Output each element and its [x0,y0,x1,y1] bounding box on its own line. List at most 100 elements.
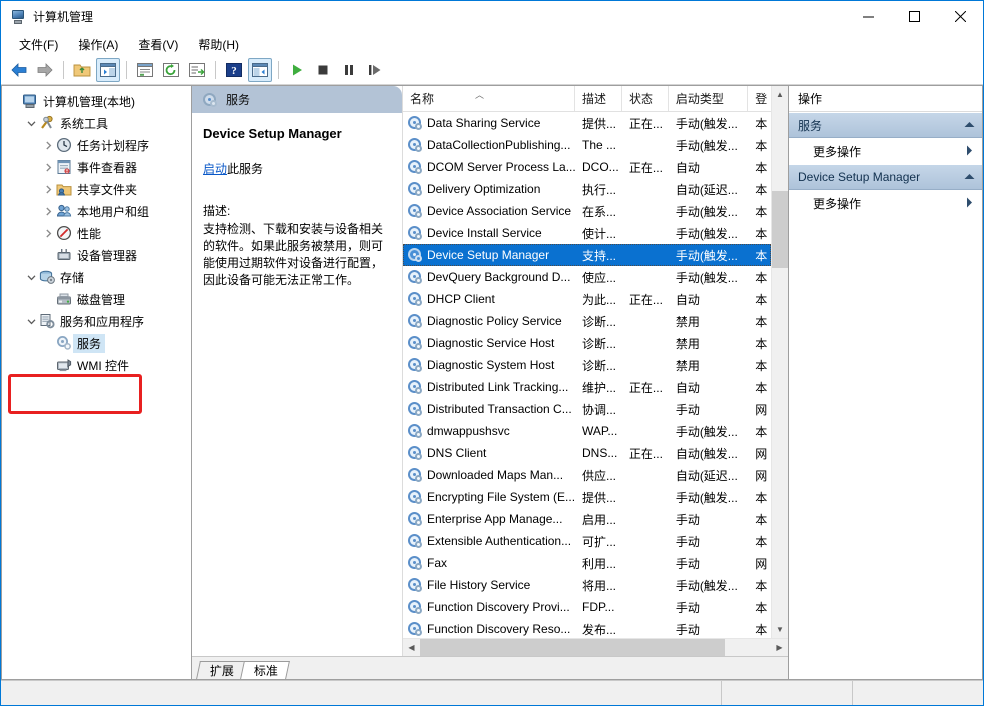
refresh-icon[interactable] [159,58,183,82]
table-row[interactable]: Function Discovery Provi...FDP...手动本 [403,596,771,618]
actions-group-header[interactable]: 服务 [789,112,982,138]
collapse-up-icon[interactable] [964,173,975,182]
tree-item-1[interactable]: 系统工具 [2,112,191,134]
chevron-down-icon[interactable] [23,310,39,332]
tab-1[interactable]: 标准 [240,661,290,679]
table-row[interactable]: dmwappushsvcWAP...手动(触发...本 [403,420,771,442]
tree-item-11[interactable]: 服务 [2,332,191,354]
table-row[interactable]: Distributed Transaction C...协调...手动网 [403,398,771,420]
menu-file[interactable]: 文件(F) [9,34,68,55]
table-row[interactable]: Data Sharing Service提供...正在...手动(触发...本 [403,112,771,134]
vertical-scrollbar[interactable]: ▲ ▼ [771,86,788,638]
chevron-down-icon[interactable] [23,266,39,288]
help-icon[interactable]: ? [222,58,246,82]
restart-service-icon[interactable] [363,58,387,82]
tree-item-10[interactable]: 服务和应用程序 [2,310,191,332]
chevron-right-icon[interactable] [40,178,56,200]
tree-item-8[interactable]: 存储 [2,266,191,288]
column-header-name[interactable]: 名称︿ [403,86,575,111]
export-list-icon[interactable] [185,58,209,82]
tree-item-5[interactable]: 本地用户和组 [2,200,191,222]
back-icon[interactable] [7,58,31,82]
table-row[interactable]: DevQuery Background D...使应...手动(触发...本 [403,266,771,288]
table-row[interactable]: Diagnostic Service Host诊断...禁用本 [403,332,771,354]
table-row[interactable]: Device Install Service使计...手动(触发...本 [403,222,771,244]
chevron-right-icon[interactable] [40,222,56,244]
service-name: DevQuery Background D... [427,270,570,284]
table-row[interactable]: Downloaded Maps Man...供应...自动(延迟...网 [403,464,771,486]
scroll-right-icon[interactable]: ▶ [771,639,788,656]
menu-action[interactable]: 操作(A) [68,34,128,55]
service-gear-icon [202,92,218,108]
table-row[interactable]: DCOM Server Process La...DCO...正在...自动本 [403,156,771,178]
tab-0[interactable]: 扩展 [196,661,246,679]
table-row[interactable]: Extensible Authentication...可扩...手动本 [403,530,771,552]
show-action-pane-icon[interactable] [248,58,272,82]
table-row[interactable]: Encrypting File System (E...提供...手动(触发..… [403,486,771,508]
chevron-right-icon[interactable] [40,200,56,222]
column-header-stat[interactable]: 状态 [622,86,669,111]
chevron-right-icon[interactable] [40,134,56,156]
service-gear-icon [407,401,423,417]
services-list[interactable]: Data Sharing Service提供...正在...手动(触发...本D… [403,112,771,638]
tree-item-12[interactable]: WMI 控件 [2,354,191,376]
folder-up-icon[interactable] [70,58,94,82]
show-hide-console-tree-icon[interactable] [96,58,120,82]
tree-item-4[interactable]: 共享文件夹 [2,178,191,200]
table-row[interactable]: DNS ClientDNS...正在...自动(触发...网 [403,442,771,464]
maximize-button[interactable] [891,1,937,32]
users-icon [56,203,72,219]
table-row[interactable]: DataCollectionPublishing...The ...手动(触发.… [403,134,771,156]
chevron-right-icon[interactable] [40,156,56,178]
properties-icon[interactable] [133,58,157,82]
tree-item-3[interactable]: 事件查看器 [2,156,191,178]
tree-item-0[interactable]: 计算机管理(本地) [2,90,191,112]
console-tree: 计算机管理(本地)系统工具任务计划程序事件查看器共享文件夹本地用户和组性能设备管… [2,86,191,376]
table-row[interactable]: Enterprise App Manage...启用...手动本 [403,508,771,530]
start-service-icon[interactable] [285,58,309,82]
scroll-up-icon[interactable]: ▲ [772,86,788,103]
forward-icon[interactable] [33,58,57,82]
table-row[interactable]: DHCP Client为此...正在...自动本 [403,288,771,310]
start-service-link[interactable]: 启动 [203,162,227,176]
horizontal-scrollbar[interactable]: ◀ ▶ [403,638,788,656]
table-row[interactable]: Diagnostic Policy Service诊断...禁用本 [403,310,771,332]
table-row[interactable]: Distributed Link Tracking...维护...正在...自动… [403,376,771,398]
vertical-scroll-track[interactable] [772,103,788,621]
table-row[interactable]: Delivery Optimization执行...自动(延迟...本 [403,178,771,200]
cell-desc: The ... [575,138,622,152]
action-item-label: 更多操作 [813,195,861,212]
cell-desc: 协调... [575,401,622,418]
horizontal-scroll-track[interactable] [420,639,771,656]
tree-item-7[interactable]: 设备管理器 [2,244,191,266]
table-row[interactable]: File History Service将用...手动(触发...本 [403,574,771,596]
menu-help[interactable]: 帮助(H) [188,34,249,55]
column-header-start[interactable]: 启动类型 [669,86,748,111]
scroll-down-icon[interactable]: ▼ [772,621,788,638]
action-more-actions[interactable]: 更多操作 [789,190,982,216]
stop-service-icon[interactable] [311,58,335,82]
vertical-scroll-thumb[interactable] [772,191,788,268]
tree-item-6[interactable]: 性能 [2,222,191,244]
pause-service-icon[interactable] [337,58,361,82]
menu-view[interactable]: 查看(V) [128,34,188,55]
scroll-left-icon[interactable]: ◀ [403,639,420,656]
collapse-up-icon[interactable] [964,121,975,130]
action-more-actions[interactable]: 更多操作 [789,138,982,164]
table-row[interactable]: Function Discovery Reso...发布...手动本 [403,618,771,638]
status-cell-1 [721,681,852,705]
table-row[interactable]: Fax利用...手动网 [403,552,771,574]
chevron-down-icon[interactable] [23,112,39,134]
close-button[interactable] [937,1,983,32]
tree-item-2[interactable]: 任务计划程序 [2,134,191,156]
column-header-desc[interactable]: 描述 [575,86,622,111]
tree-item-9[interactable]: 磁盘管理 [2,288,191,310]
column-header-logon[interactable]: 登 [748,86,771,111]
minimize-button[interactable] [845,1,891,32]
table-row[interactable]: Device Setup Manager支持...手动(触发...本 [403,244,771,266]
horizontal-scroll-thumb[interactable] [420,639,725,656]
table-row[interactable]: Device Association Service在系...手动(触发...本 [403,200,771,222]
cell-start: 手动 [669,555,748,572]
actions-group-header[interactable]: Device Setup Manager [789,164,982,190]
table-row[interactable]: Diagnostic System Host诊断...禁用本 [403,354,771,376]
